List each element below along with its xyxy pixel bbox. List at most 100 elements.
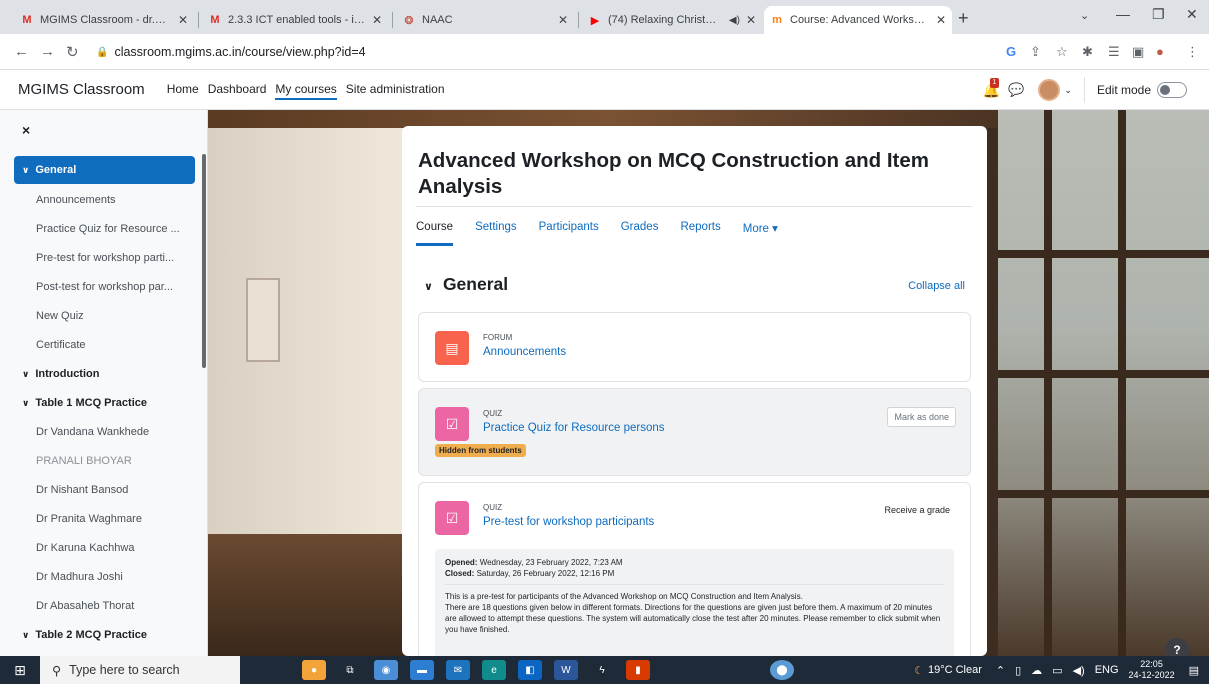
site-brand[interactable]: MGIMS Classroom bbox=[18, 81, 145, 98]
url-bar[interactable]: 🔒 classroom.mgims.ac.in/course/view.php?… bbox=[92, 39, 992, 65]
drawer-item-practice-quiz[interactable]: Practice Quiz for Resource ... bbox=[14, 215, 195, 243]
office-icon[interactable]: ▮ bbox=[626, 660, 650, 680]
collapse-all-link[interactable]: Collapse all bbox=[908, 280, 965, 292]
section-header-general[interactable]: ∨ General bbox=[424, 274, 508, 295]
tab-more[interactable]: More ▾ bbox=[743, 207, 778, 246]
drawer-item[interactable]: Dr Abasaheb Thorat bbox=[14, 592, 195, 620]
weather-text[interactable]: 19°C Clear bbox=[928, 664, 982, 676]
clock[interactable]: 22:05 24-12-2022 bbox=[1129, 659, 1175, 681]
tray-chevron-icon[interactable]: ⌃ bbox=[996, 664, 1005, 677]
taskbar-app-icon[interactable]: ● bbox=[302, 660, 326, 680]
store-icon[interactable]: ◧ bbox=[518, 660, 542, 680]
drawer-item[interactable]: Dr Pranita Waghmare bbox=[14, 505, 195, 533]
tab-settings[interactable]: Settings bbox=[475, 207, 517, 246]
drawer-section-introduction[interactable]: ∨ Introduction bbox=[14, 360, 195, 388]
nav-dashboard[interactable]: Dashboard bbox=[208, 80, 267, 100]
messages-icon[interactable]: 💬 bbox=[1008, 82, 1024, 98]
side-panel-icon[interactable]: ▣ bbox=[1132, 44, 1144, 60]
drawer-item[interactable]: Dr Nishant Bansod bbox=[14, 476, 195, 504]
close-tab-icon[interactable]: ✕ bbox=[936, 13, 946, 27]
drawer-section-table-2[interactable]: ∨ Table 2 MCQ Practice bbox=[14, 621, 195, 649]
google-icon[interactable]: G bbox=[1006, 44, 1016, 59]
address-toolbar: ← → ↻ 🔒 classroom.mgims.ac.in/course/vie… bbox=[0, 34, 1209, 70]
activity-type-label: QUIZ bbox=[483, 503, 503, 512]
tab-grades[interactable]: Grades bbox=[621, 207, 659, 246]
chrome-icon[interactable]: ◉ bbox=[374, 660, 398, 680]
new-tab-button[interactable]: + bbox=[958, 8, 969, 29]
nav-home[interactable]: Home bbox=[167, 80, 199, 100]
tray-icon[interactable]: ▯ bbox=[1015, 664, 1021, 677]
volume-icon[interactable]: ◀) bbox=[1073, 664, 1085, 677]
browser-tab-1[interactable]: M MGIMS Classroom - dr.anshu@g ✕ bbox=[14, 6, 194, 34]
close-tab-icon[interactable]: ✕ bbox=[558, 13, 568, 27]
browser-tab-3[interactable]: ❂ NAAC ✕ bbox=[396, 6, 574, 34]
tab-participants[interactable]: Participants bbox=[539, 207, 599, 246]
close-tab-icon[interactable]: ✕ bbox=[178, 13, 188, 27]
back-icon[interactable]: ← bbox=[14, 43, 29, 60]
browser-tab-2[interactable]: M 2.3.3 ICT enabled tools - iqac@m ✕ bbox=[202, 6, 388, 34]
task-view-icon[interactable]: ⧉ bbox=[338, 660, 362, 680]
windows-start-icon[interactable]: ⊞ bbox=[0, 656, 40, 684]
word-icon[interactable]: W bbox=[554, 660, 578, 680]
drawer-item-post-test[interactable]: Post-test for workshop par... bbox=[14, 273, 195, 301]
moodle-icon: m bbox=[772, 14, 782, 26]
drawer-section-general[interactable]: ∨ General bbox=[14, 156, 195, 184]
drawer-item[interactable]: Dr Madhura Joshi bbox=[14, 563, 195, 591]
tab-search-icon[interactable]: ⌄ bbox=[1080, 9, 1089, 22]
activity-link[interactable]: Announcements bbox=[483, 346, 566, 358]
activity-type-label: FORUM bbox=[483, 333, 513, 342]
drawer-item-new-quiz[interactable]: New Quiz bbox=[14, 302, 195, 330]
user-avatar[interactable] bbox=[1038, 79, 1061, 101]
network-app-icon[interactable]: ⬤ bbox=[770, 660, 794, 680]
activity-link[interactable]: Practice Quiz for Resource persons bbox=[483, 422, 665, 434]
activity-link[interactable]: Pre-test for workshop participants bbox=[483, 516, 654, 528]
notification-center-icon[interactable]: ▤ bbox=[1189, 664, 1199, 677]
user-menu-chevron-icon[interactable]: ⌄ bbox=[1064, 85, 1072, 96]
close-tab-icon[interactable]: ✕ bbox=[372, 13, 382, 27]
speaker-icon[interactable]: ◀) bbox=[729, 15, 740, 26]
wifi-icon[interactable]: ▭ bbox=[1052, 664, 1062, 677]
site-navbar: MGIMS Classroom Home Dashboard My course… bbox=[0, 70, 1209, 110]
taskbar-search-box[interactable]: ⚲ Type here to search bbox=[40, 656, 240, 684]
maximize-button[interactable]: ❐ bbox=[1152, 6, 1165, 23]
drawer-scrollbar[interactable] bbox=[202, 154, 206, 368]
bookmark-star-icon[interactable]: ☆ bbox=[1056, 44, 1068, 60]
menu-icon[interactable]: ⋮ bbox=[1186, 44, 1199, 60]
mark-as-done-button[interactable]: Mark as done bbox=[887, 407, 956, 427]
drawer-section-table-1[interactable]: ∨ Table 1 MCQ Practice bbox=[14, 389, 195, 417]
forum-icon: ▤ bbox=[435, 331, 469, 365]
close-drawer-icon[interactable]: × bbox=[22, 122, 30, 138]
drawer-item-announcements[interactable]: Announcements bbox=[14, 186, 195, 214]
nav-site-administration[interactable]: Site administration bbox=[346, 80, 445, 100]
reading-list-icon[interactable]: ☰ bbox=[1108, 44, 1120, 60]
language-indicator[interactable]: ENG bbox=[1095, 664, 1119, 676]
winamp-icon[interactable]: ϟ bbox=[590, 660, 614, 680]
close-tab-icon[interactable]: ✕ bbox=[746, 13, 756, 27]
cloud-icon[interactable]: ☁ bbox=[1031, 664, 1042, 677]
search-icon: ⚲ bbox=[52, 663, 62, 678]
notification-bell-icon[interactable]: 🔔 1 bbox=[983, 77, 1000, 99]
nav-my-courses[interactable]: My courses bbox=[275, 80, 337, 100]
file-explorer-icon[interactable]: ▬ bbox=[410, 660, 434, 680]
drawer-item[interactable]: Dr Vandana Wankhede bbox=[14, 418, 195, 446]
drawer-item[interactable]: Dr Karuna Kachhwa bbox=[14, 534, 195, 562]
tab-title: 2.3.3 ICT enabled tools - iqac@m bbox=[228, 14, 366, 26]
edit-mode-toggle[interactable] bbox=[1157, 82, 1187, 98]
minimize-button[interactable]: — bbox=[1116, 6, 1130, 22]
profile-icon[interactable]: ● bbox=[1156, 44, 1164, 59]
tab-reports[interactable]: Reports bbox=[680, 207, 720, 246]
drawer-item[interactable]: PRANALI BHOYAR bbox=[14, 447, 195, 475]
drawer-item-pre-test[interactable]: Pre-test for workshop parti... bbox=[14, 244, 195, 272]
share-icon[interactable]: ⇪ bbox=[1030, 44, 1041, 60]
drawer-item-certificate[interactable]: Certificate bbox=[14, 331, 195, 359]
edge-icon[interactable]: e bbox=[482, 660, 506, 680]
browser-tab-active[interactable]: m Course: Advanced Workshop on ✕ bbox=[764, 6, 952, 34]
tab-course[interactable]: Course bbox=[416, 207, 454, 246]
mail-icon[interactable]: ✉ bbox=[446, 660, 470, 680]
browser-tab-strip: M MGIMS Classroom - dr.anshu@g ✕ M 2.3.3… bbox=[0, 0, 1209, 34]
reload-icon[interactable]: ↻ bbox=[66, 43, 79, 61]
extensions-icon[interactable]: ✱ bbox=[1082, 44, 1093, 60]
browser-tab-4[interactable]: ▶ (74) Relaxing Christmas Musi ◀) ✕ bbox=[582, 6, 762, 34]
window-close-button[interactable]: ✕ bbox=[1186, 6, 1198, 23]
forward-icon[interactable]: → bbox=[40, 43, 55, 60]
